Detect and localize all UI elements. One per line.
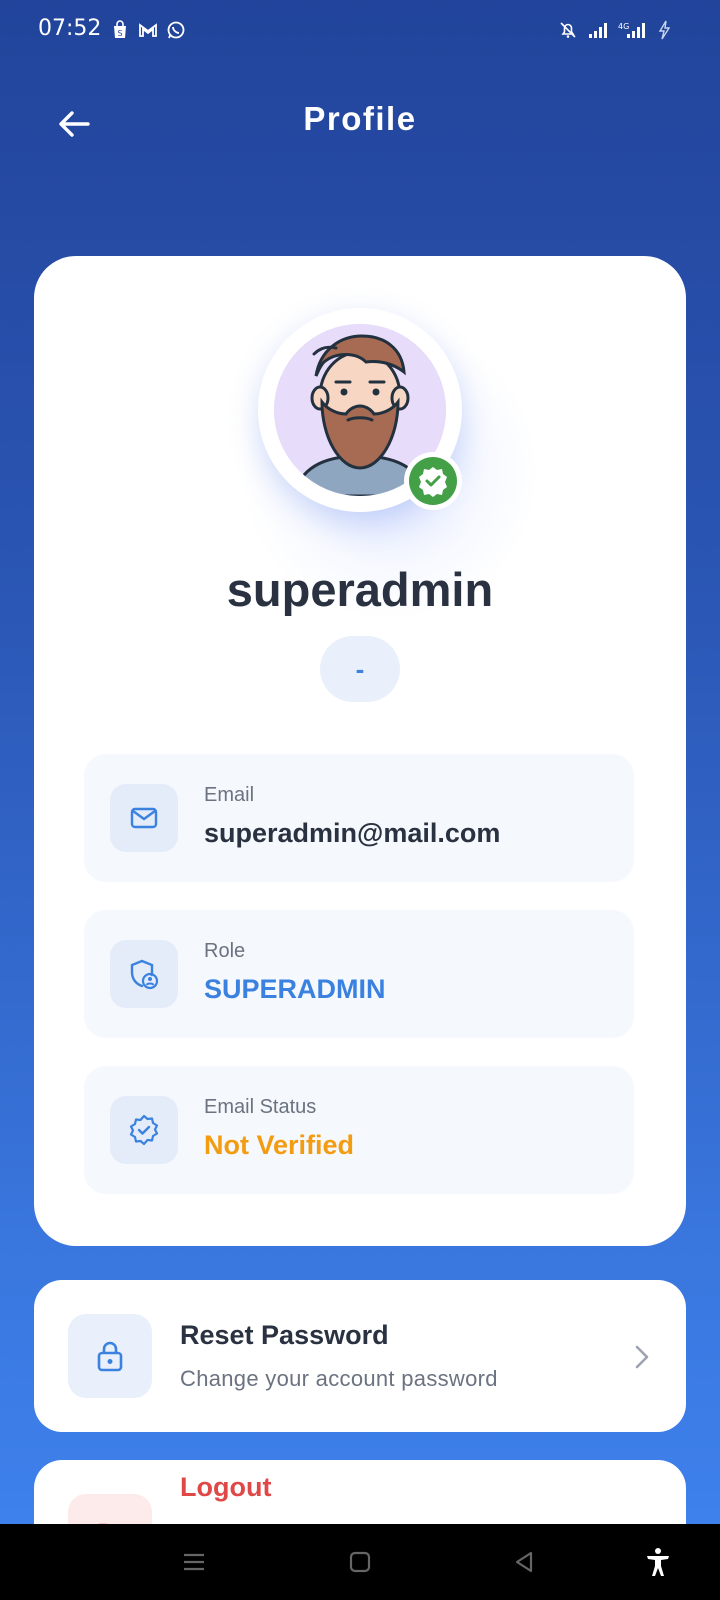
verified-badge: [404, 452, 462, 510]
accessibility-button[interactable]: [640, 1544, 676, 1580]
reset-password-subtitle: Change your account password: [180, 1366, 498, 1391]
email-label: Email: [204, 784, 255, 806]
username: superadmin: [226, 563, 494, 616]
status-time: 07:52: [38, 16, 102, 41]
logout-title: Logout: [180, 1472, 272, 1502]
mail-icon: [130, 807, 158, 829]
email-status-value: Not Verified: [204, 1130, 355, 1160]
gmail-icon: [138, 20, 158, 40]
shopping-bag-icon: S: [110, 20, 130, 40]
user-subtitle-pill: -: [320, 636, 400, 702]
charging-icon: [658, 20, 671, 40]
reset-password-button[interactable]: Reset Password Change your account passw…: [34, 1280, 686, 1432]
signal-icon: [588, 20, 608, 40]
status-bar: 07:52 S 4G: [0, 0, 720, 62]
system-icons: 4G: [558, 20, 671, 40]
lock-icon: [97, 1341, 123, 1372]
whatsapp-icon: [166, 20, 186, 40]
bell-off-icon: [558, 20, 578, 40]
info-item-email: Email superadmin@mail.com: [84, 754, 634, 882]
role-label: Role: [204, 940, 246, 962]
system-back-button[interactable]: [506, 1544, 542, 1580]
recent-apps-button[interactable]: [176, 1544, 212, 1580]
page-title: Profile: [303, 100, 417, 137]
info-item-role: Role SUPERADMIN: [84, 910, 634, 1038]
verified-check-icon: [409, 457, 457, 505]
svg-text:4G: 4G: [618, 22, 629, 31]
chevron-right-icon: [635, 1345, 649, 1369]
app-header: Profile: [0, 92, 720, 152]
accessibility-icon: [647, 1548, 669, 1576]
svg-text:S: S: [117, 29, 122, 38]
info-icon-container: [110, 1096, 178, 1164]
info-icon-container: [110, 940, 178, 1008]
notification-icons: S: [110, 20, 186, 40]
role-value: SUPERADMIN: [204, 974, 386, 1004]
signal-4g-icon: 4G: [618, 20, 648, 40]
badge-check-icon: [129, 1114, 159, 1146]
info-icon-container: [110, 784, 178, 852]
info-item-email-status: Email Status Not Verified: [84, 1066, 634, 1194]
email-status-label: Email Status: [204, 1096, 317, 1118]
home-button[interactable]: [342, 1544, 378, 1580]
reset-password-title: Reset Password: [180, 1320, 389, 1350]
email-value: superadmin@mail.com: [204, 818, 501, 848]
shield-user-icon: [130, 959, 159, 990]
action-icon-container: [68, 1314, 152, 1398]
profile-card: superadmin - Email superadmin@mail.com R…: [34, 256, 686, 1246]
home-square-icon: [349, 1551, 371, 1573]
system-navigation-bar: [0, 1524, 720, 1600]
back-triangle-icon: [515, 1551, 533, 1573]
menu-icon: [184, 1553, 204, 1571]
